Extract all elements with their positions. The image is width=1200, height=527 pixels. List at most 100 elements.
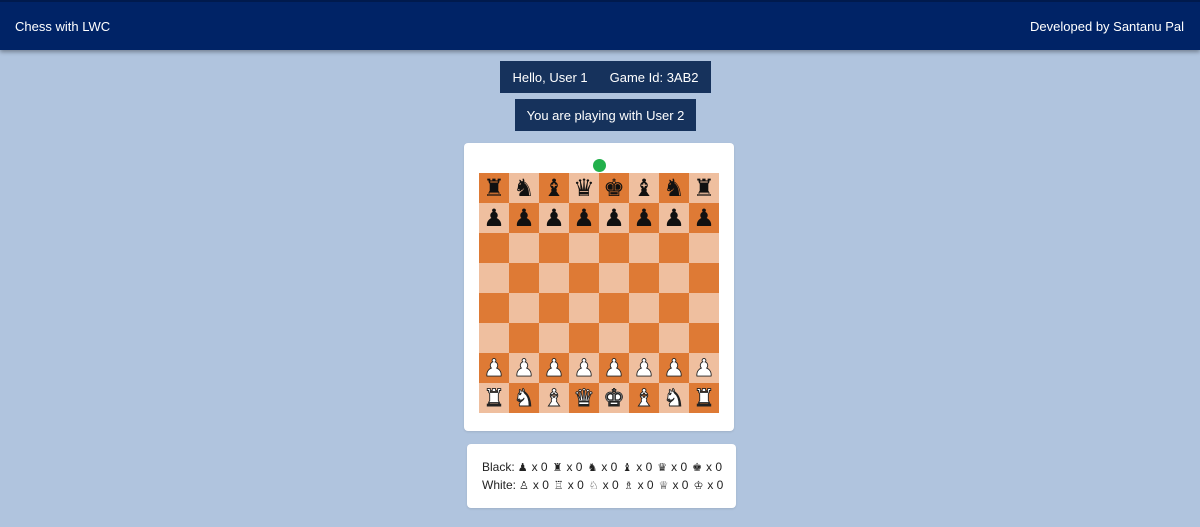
black-knight-icon[interactable]: ♞ [513,176,535,200]
black-queen-icon[interactable]: ♛ [573,176,595,200]
white-pawn-icon[interactable]: ♟ [663,356,685,381]
chess-board[interactable]: ♜ ♞ ♝ ♛ ♚ ♝ ♞ ♜ ♟ ♟ ♟ ♟ ♟ ♟ ♟ ♟ ♟ ♟ ♟ ♟ ♟ ♟ ♟ ♟ ♜ ♞ ♝ ♛ ♚ ♝ ♞ ♜ [479,173,719,413]
captured-black-item: ♜ x 0 [553,460,583,474]
board-square[interactable]: ♝ [629,173,659,203]
board-square[interactable] [569,293,599,323]
board-square[interactable] [539,233,569,263]
captured-count: x 0 [566,460,583,474]
board-square[interactable]: ♜ [479,173,509,203]
board-square[interactable]: ♞ [509,383,539,413]
black-king-icon[interactable]: ♚ [603,176,625,200]
white-king-icon[interactable]: ♚ [603,386,625,411]
board-square[interactable]: ♟ [479,353,509,383]
board-square[interactable] [599,293,629,323]
white-bishop-icon[interactable]: ♝ [633,386,655,411]
board-square[interactable] [599,323,629,353]
black-rook-icon[interactable]: ♜ [693,176,715,200]
board-square[interactable]: ♟ [629,353,659,383]
board-square[interactable]: ♜ [479,383,509,413]
board-square[interactable]: ♞ [659,173,689,203]
board-square[interactable]: ♛ [569,383,599,413]
board-square[interactable] [659,233,689,263]
board-square[interactable] [659,293,689,323]
board-square[interactable] [509,263,539,293]
board-square[interactable]: ♟ [629,203,659,233]
black-pawn-icon[interactable]: ♟ [573,206,595,230]
board-square[interactable]: ♝ [539,383,569,413]
board-square[interactable]: ♟ [479,203,509,233]
board-square[interactable] [509,293,539,323]
black-pawn-icon[interactable]: ♟ [483,206,505,230]
board-square[interactable]: ♟ [539,203,569,233]
board-square[interactable] [689,293,719,323]
board-square[interactable]: ♟ [509,353,539,383]
board-square[interactable]: ♟ [569,203,599,233]
board-square[interactable]: ♟ [569,353,599,383]
board-square[interactable] [689,233,719,263]
white-pawn-icon[interactable]: ♟ [573,356,595,381]
black-rook-icon[interactable]: ♜ [483,176,505,200]
board-square[interactable]: ♟ [539,353,569,383]
board-square[interactable] [599,233,629,263]
board-square[interactable]: ♟ [689,353,719,383]
board-square[interactable]: ♟ [689,203,719,233]
board-square[interactable] [599,263,629,293]
board-square[interactable] [629,263,659,293]
white-pawn-icon[interactable]: ♟ [603,356,625,381]
board-square[interactable]: ♚ [599,383,629,413]
black-pawn-icon[interactable]: ♟ [513,206,535,230]
white-bishop-icon[interactable]: ♝ [543,386,565,411]
board-square[interactable]: ♝ [629,383,659,413]
board-square[interactable] [539,323,569,353]
board-square[interactable] [569,233,599,263]
black-pawn-icon[interactable]: ♟ [693,206,715,230]
white-rook-icon[interactable]: ♜ [693,386,715,411]
board-square[interactable] [629,293,659,323]
board-square[interactable] [569,323,599,353]
board-square[interactable] [689,323,719,353]
board-square[interactable]: ♞ [659,383,689,413]
white-pawn-icon[interactable]: ♟ [513,356,535,381]
white-pawn-icon[interactable]: ♟ [543,356,565,381]
board-square[interactable] [479,293,509,323]
black-pawn-icon[interactable]: ♟ [663,206,685,230]
board-square[interactable]: ♝ [539,173,569,203]
board-square[interactable]: ♟ [659,353,689,383]
board-square[interactable]: ♟ [599,203,629,233]
board-square[interactable] [659,323,689,353]
board-square[interactable]: ♜ [689,173,719,203]
board-square[interactable] [479,233,509,263]
board-square[interactable] [479,323,509,353]
black-pawn-icon[interactable]: ♟ [543,206,565,230]
black-knight-icon[interactable]: ♞ [663,176,685,200]
black-pawn-icon[interactable]: ♟ [633,206,655,230]
white-knight-icon[interactable]: ♞ [513,386,535,411]
white-queen-icon[interactable]: ♛ [573,386,595,411]
captured-count: x 0 [531,460,548,474]
board-square[interactable] [509,323,539,353]
black-bishop-icon[interactable]: ♝ [543,176,565,200]
board-square[interactable]: ♛ [569,173,599,203]
white-knight-icon[interactable]: ♞ [663,386,685,411]
board-square[interactable]: ♟ [659,203,689,233]
black-pawn-icon[interactable]: ♟ [603,206,625,230]
board-square[interactable]: ♚ [599,173,629,203]
board-square[interactable] [539,263,569,293]
white-pawn-icon[interactable]: ♟ [483,356,505,381]
board-square[interactable]: ♞ [509,173,539,203]
board-square[interactable] [629,323,659,353]
board-square[interactable]: ♜ [689,383,719,413]
black-bishop-icon[interactable]: ♝ [633,176,655,200]
board-square[interactable] [659,263,689,293]
white-pawn-icon[interactable]: ♟ [693,356,715,381]
white-rook-icon[interactable]: ♜ [483,386,505,411]
board-square[interactable] [569,263,599,293]
board-square[interactable] [509,233,539,263]
board-square[interactable] [689,263,719,293]
board-square[interactable] [479,263,509,293]
board-square[interactable]: ♟ [509,203,539,233]
white-pawn-icon[interactable]: ♟ [633,356,655,381]
board-square[interactable]: ♟ [599,353,629,383]
board-square[interactable] [539,293,569,323]
board-square[interactable] [629,233,659,263]
